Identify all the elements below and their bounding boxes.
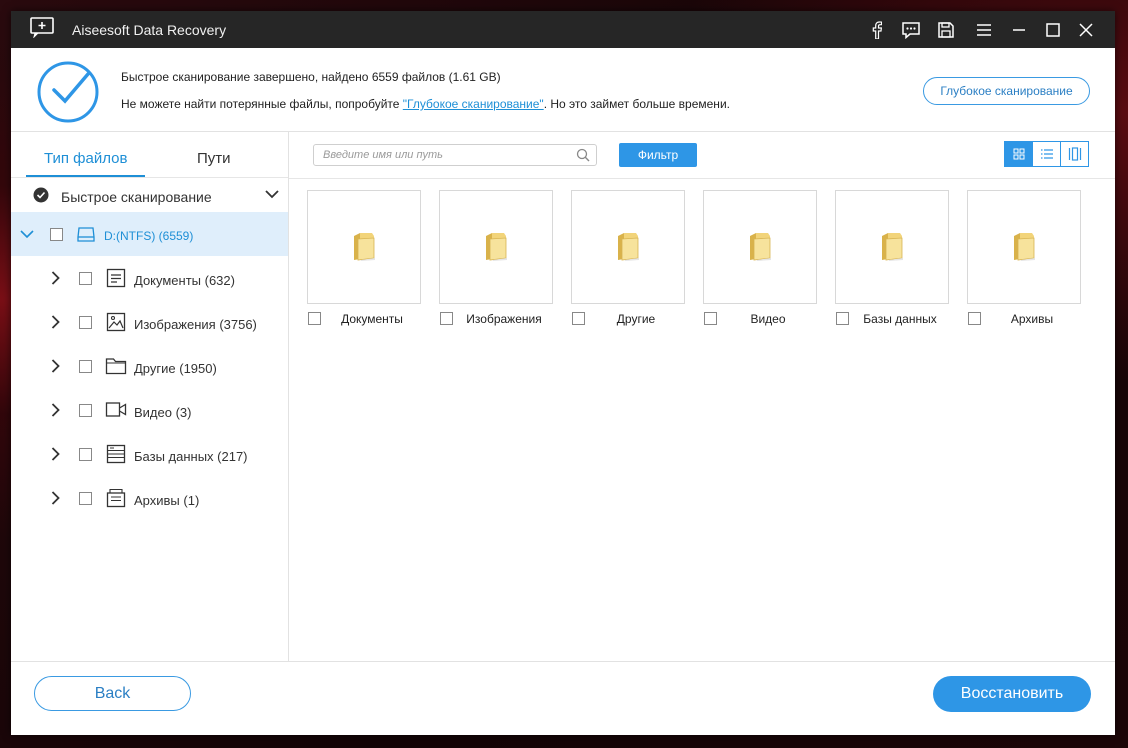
app-logo-icon bbox=[30, 17, 54, 38]
tile-label: Базы данных bbox=[863, 312, 937, 326]
folder-icon bbox=[105, 358, 127, 375]
search-input[interactable] bbox=[321, 148, 565, 162]
chevron-right-icon[interactable] bbox=[51, 491, 60, 505]
sidebar: Тип файлов Пути Быстрое сканирование D:(… bbox=[11, 132, 289, 661]
window-title: Aiseesoft Data Recovery bbox=[72, 22, 227, 38]
file-type-tile[interactable] bbox=[307, 190, 421, 304]
category-label: Изображения (3756) bbox=[134, 317, 257, 332]
folder-icon bbox=[613, 230, 643, 265]
chevron-right-icon[interactable] bbox=[51, 359, 60, 373]
feedback-icon[interactable] bbox=[899, 18, 923, 42]
document-icon bbox=[106, 268, 126, 288]
category-row-documents[interactable]: Документы (632) bbox=[11, 256, 288, 300]
category-label: Документы (632) bbox=[134, 273, 235, 288]
tab-paths[interactable]: Пути bbox=[197, 150, 231, 167]
tile-checkbox[interactable] bbox=[836, 312, 849, 325]
app-window: Aiseesoft Data Recovery Быстрое сканиров… bbox=[11, 11, 1115, 735]
tile-label: Архивы bbox=[1010, 312, 1054, 326]
category-label: Другие (1950) bbox=[134, 361, 217, 376]
tile-checkbox[interactable] bbox=[572, 312, 585, 325]
drive-checkbox[interactable] bbox=[50, 228, 63, 241]
tile-label: Изображения bbox=[466, 312, 542, 326]
archive-icon bbox=[106, 488, 126, 508]
category-row-archives[interactable]: Архивы (1) bbox=[11, 476, 288, 520]
title-bar: Aiseesoft Data Recovery bbox=[11, 11, 1115, 48]
category-row-databases[interactable]: Базы данных (217) bbox=[11, 432, 288, 476]
category-checkbox[interactable] bbox=[79, 404, 92, 417]
search-box[interactable] bbox=[313, 144, 597, 166]
category-row-images[interactable]: Изображения (3756) bbox=[11, 300, 288, 344]
category-row-video[interactable]: Видео (3) bbox=[11, 388, 288, 432]
database-icon bbox=[106, 444, 126, 464]
file-type-tile[interactable] bbox=[703, 190, 817, 304]
tile-label: Другие bbox=[616, 312, 656, 326]
preview-view-icon[interactable] bbox=[1061, 142, 1088, 166]
back-button[interactable]: Back bbox=[34, 676, 191, 711]
tile-checkbox[interactable] bbox=[968, 312, 981, 325]
check-circle-icon bbox=[33, 187, 49, 203]
search-icon[interactable] bbox=[576, 148, 590, 162]
folder-icon bbox=[481, 230, 511, 265]
file-type-tile[interactable] bbox=[835, 190, 949, 304]
scan-hint-text: Не можете найти потерянные файлы, попроб… bbox=[121, 97, 730, 111]
tile-label: Видео bbox=[750, 312, 786, 326]
hint-prefix: Не можете найти потерянные файлы, попроб… bbox=[121, 97, 403, 111]
category-checkbox[interactable] bbox=[79, 272, 92, 285]
chevron-down-icon[interactable] bbox=[20, 230, 34, 239]
hard-drive-icon bbox=[77, 227, 95, 242]
grid-view-icon[interactable] bbox=[1005, 142, 1033, 166]
toolbar: Фильтр bbox=[289, 132, 1115, 179]
chevron-right-icon[interactable] bbox=[51, 447, 60, 461]
drive-row[interactable]: D:(NTFS) (6559) bbox=[11, 212, 288, 256]
hint-suffix: . Но это займет больше времени. bbox=[543, 97, 730, 111]
restore-button[interactable]: Восстановить bbox=[933, 676, 1091, 712]
chevron-down-icon[interactable] bbox=[265, 190, 279, 199]
category-checkbox[interactable] bbox=[79, 448, 92, 461]
chevron-right-icon[interactable] bbox=[51, 271, 60, 285]
file-type-tile[interactable] bbox=[439, 190, 553, 304]
category-label: Видео (3) bbox=[134, 405, 192, 420]
image-icon bbox=[106, 312, 126, 332]
tile-checkbox[interactable] bbox=[440, 312, 453, 325]
folder-icon bbox=[745, 230, 775, 265]
facebook-icon[interactable] bbox=[865, 18, 889, 42]
tile-checkbox[interactable] bbox=[704, 312, 717, 325]
tile-checkbox[interactable] bbox=[308, 312, 321, 325]
main-panel: Фильтр Документы Изображения Другие Видео Ба… bbox=[289, 132, 1115, 661]
chevron-right-icon[interactable] bbox=[51, 315, 60, 329]
view-mode-switcher bbox=[1004, 141, 1089, 167]
sidebar-tabs: Тип файлов Пути bbox=[11, 132, 288, 178]
category-row-other[interactable]: Другие (1950) bbox=[11, 344, 288, 388]
video-icon bbox=[105, 402, 127, 417]
folder-icon bbox=[349, 230, 379, 265]
tab-file-types[interactable]: Тип файлов bbox=[44, 150, 127, 167]
drive-label: D:(NTFS) (6559) bbox=[104, 229, 194, 243]
tile-label: Документы bbox=[341, 312, 403, 326]
file-type-tile[interactable] bbox=[967, 190, 1081, 304]
scan-status-text: Быстрое сканирование завершено, найдено … bbox=[121, 70, 501, 84]
file-type-tile[interactable] bbox=[571, 190, 685, 304]
folder-icon bbox=[1009, 230, 1039, 265]
deep-scan-button[interactable]: Глубокое сканирование bbox=[923, 77, 1090, 105]
scan-mode-label: Быстрое сканирование bbox=[61, 189, 212, 205]
scan-complete-check-icon bbox=[37, 61, 99, 123]
menu-icon[interactable] bbox=[972, 18, 996, 42]
maximize-icon[interactable] bbox=[1041, 18, 1065, 42]
chevron-right-icon[interactable] bbox=[51, 403, 60, 417]
save-icon[interactable] bbox=[934, 18, 958, 42]
category-label: Базы данных (217) bbox=[134, 449, 248, 464]
category-checkbox[interactable] bbox=[79, 360, 92, 373]
category-label: Архивы (1) bbox=[134, 493, 200, 508]
footer-bar: Back Восстановить bbox=[11, 661, 1115, 735]
scan-result-banner: Быстрое сканирование завершено, найдено … bbox=[11, 48, 1115, 132]
list-view-icon[interactable] bbox=[1033, 142, 1061, 166]
close-icon[interactable] bbox=[1074, 18, 1098, 42]
category-checkbox[interactable] bbox=[79, 316, 92, 329]
folder-icon bbox=[877, 230, 907, 265]
filter-button[interactable]: Фильтр bbox=[619, 143, 697, 167]
minimize-icon[interactable] bbox=[1007, 18, 1031, 42]
scan-mode-selector[interactable]: Быстрое сканирование bbox=[11, 178, 288, 212]
deep-scan-link[interactable]: "Глубокое сканирование" bbox=[403, 97, 544, 111]
category-checkbox[interactable] bbox=[79, 492, 92, 505]
